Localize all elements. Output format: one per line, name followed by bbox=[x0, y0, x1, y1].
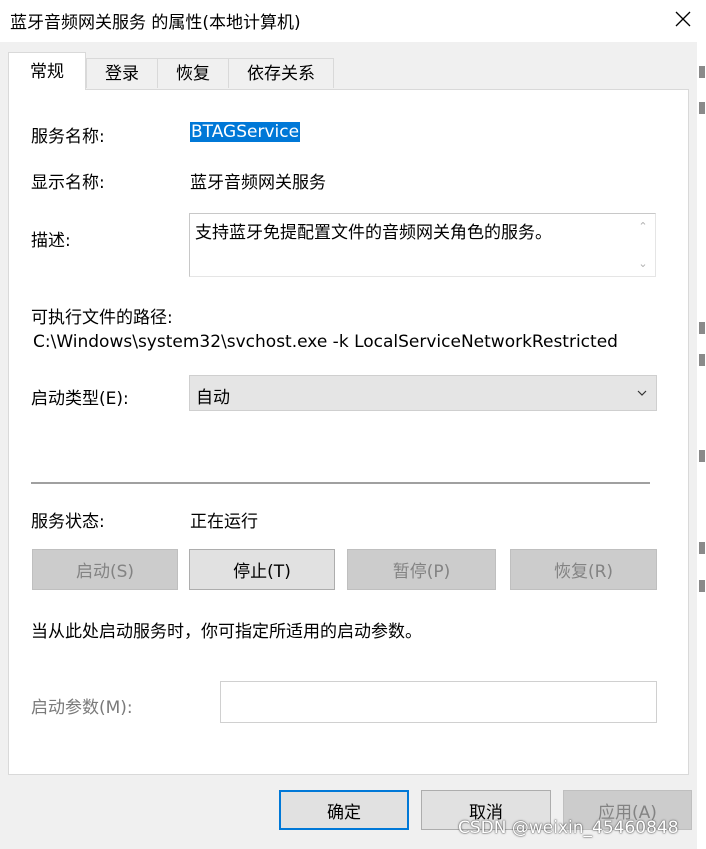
startup-type-select[interactable]: 自动 bbox=[189, 375, 657, 411]
service-name-value: BTAGService bbox=[190, 122, 301, 142]
pause-service-label: 暂停(P) bbox=[392, 562, 451, 582]
start-params-label: 启动参数(M): bbox=[31, 698, 133, 718]
window-title: 蓝牙音频网关服务 的属性(本地计算机) bbox=[10, 13, 301, 33]
start-params-input[interactable] bbox=[220, 681, 657, 723]
csdn-watermark: CSDN @weixin_45460848 bbox=[458, 818, 679, 838]
close-icon bbox=[675, 11, 691, 27]
startup-type-value: 自动 bbox=[196, 388, 230, 408]
resume-service-button[interactable]: 恢复(R) bbox=[510, 549, 657, 590]
scroll-down-icon[interactable]: ⌄ bbox=[638, 257, 647, 270]
executable-path-value[interactable]: C:\Windows\system32\svchost.exe -k Local… bbox=[33, 332, 618, 352]
tab-logon-label: 登录 bbox=[105, 64, 139, 84]
start-service-button[interactable]: 启动(S) bbox=[32, 549, 178, 590]
service-name-label: 服务名称: bbox=[31, 127, 105, 147]
start-params-hint: 当从此处启动服务时，你可指定所适用的启动参数。 bbox=[31, 622, 422, 642]
display-name-value[interactable]: 蓝牙音频网关服务 bbox=[190, 168, 326, 193]
start-service-label: 启动(S) bbox=[75, 562, 135, 582]
section-divider bbox=[31, 482, 650, 485]
tab-logon[interactable]: 登录 bbox=[86, 58, 158, 88]
resume-service-label: 恢复(R) bbox=[553, 562, 614, 582]
display-name-label: 显示名称: bbox=[31, 173, 105, 193]
tab-general[interactable]: 常规 bbox=[8, 52, 86, 90]
ok-button[interactable]: 确定 bbox=[279, 790, 409, 830]
startup-type-label: 启动类型(E): bbox=[31, 389, 129, 409]
tab-dependencies-label: 依存关系 bbox=[247, 64, 315, 84]
tab-dependencies[interactable]: 依存关系 bbox=[228, 58, 334, 88]
tab-recovery[interactable]: 恢复 bbox=[157, 58, 229, 88]
stop-service-label: 停止(T) bbox=[233, 562, 291, 582]
close-button[interactable] bbox=[660, 0, 706, 38]
service-name-field[interactable]: BTAGService bbox=[190, 122, 301, 142]
executable-path-label: 可执行文件的路径: bbox=[31, 308, 173, 328]
background-window-edge bbox=[697, 42, 706, 849]
description-textbox[interactable]: 支持蓝牙免提配置文件的音频网关角色的服务。 ⌃ ⌄ bbox=[189, 213, 656, 277]
chevron-down-icon bbox=[637, 390, 647, 396]
ok-button-label: 确定 bbox=[327, 802, 361, 823]
description-label: 描述: bbox=[31, 231, 71, 251]
scroll-up-icon[interactable]: ⌃ bbox=[638, 220, 647, 233]
description-scrollbar[interactable]: ⌃ ⌄ bbox=[631, 214, 655, 276]
general-tab-panel bbox=[8, 89, 689, 775]
title-bar: 蓝牙音频网关服务 的属性(本地计算机) bbox=[0, 0, 706, 42]
service-properties-dialog: 蓝牙音频网关服务 的属性(本地计算机) 常规 登录 恢复 依存关系 服务名称: bbox=[0, 0, 706, 849]
description-value: 支持蓝牙免提配置文件的音频网关角色的服务。 bbox=[195, 223, 552, 243]
tab-general-label: 常规 bbox=[30, 62, 64, 82]
tab-recovery-label: 恢复 bbox=[176, 64, 210, 84]
service-status-label: 服务状态: bbox=[31, 512, 105, 532]
service-status-value: 正在运行 bbox=[190, 512, 258, 532]
pause-service-button[interactable]: 暂停(P) bbox=[347, 549, 496, 590]
stop-service-button[interactable]: 停止(T) bbox=[189, 549, 335, 590]
